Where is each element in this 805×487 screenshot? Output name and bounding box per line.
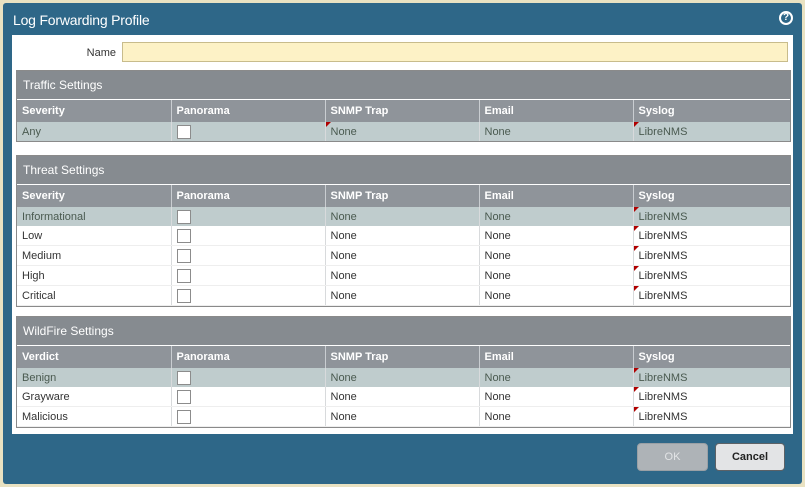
column-header-email[interactable]: Email [479,346,634,368]
column-header-severity[interactable]: Severity [17,100,172,122]
severity-cell: High [17,265,172,286]
panorama-checkbox[interactable] [176,389,191,404]
severity-cell: Critical [17,285,172,306]
column-header-syslog[interactable]: Syslog [633,185,790,207]
email-cell[interactable]: None [479,245,634,266]
wildfire-settings-section: WildFire Settings Verdict Panorama SNMP … [16,316,791,428]
column-header-syslog[interactable]: Syslog [633,346,790,368]
panorama-checkbox[interactable] [176,288,191,303]
panorama-checkbox[interactable] [176,228,191,243]
panorama-cell [171,368,326,387]
panorama-cell [171,207,326,226]
table-row[interactable]: Any None None LibreNMS [17,122,790,141]
column-header-email[interactable]: Email [479,100,634,122]
email-cell[interactable]: None [479,265,634,286]
email-cell[interactable]: None [479,406,634,427]
syslog-cell[interactable]: LibreNMS [633,387,790,407]
traffic-settings-section: Traffic Settings Severity Panorama SNMP … [16,70,791,142]
snmp-trap-cell[interactable]: None [325,207,480,226]
syslog-cell[interactable]: LibreNMS [633,368,790,387]
snmp-trap-cell[interactable]: None [325,265,480,286]
panorama-checkbox[interactable] [176,409,191,424]
email-cell[interactable]: None [479,226,634,246]
email-cell[interactable]: None [479,207,634,226]
email-cell[interactable]: None [479,387,634,407]
table-row[interactable]: High None None LibreNMS [17,265,790,286]
dialog-title: Log Forwarding Profile [13,12,150,28]
column-header-snmp-trap[interactable]: SNMP Trap [325,346,480,368]
syslog-cell[interactable]: LibreNMS [633,122,790,141]
column-header-severity[interactable]: Severity [17,185,172,207]
threat-settings-table: Severity Panorama SNMP Trap Email Syslog… [17,185,790,306]
panorama-cell [171,285,326,306]
panorama-cell [171,245,326,266]
table-row[interactable]: Critical None None LibreNMS [17,285,790,306]
snmp-trap-cell[interactable]: None [325,245,480,266]
snmp-trap-cell[interactable]: None [325,406,480,427]
column-header-panorama[interactable]: Panorama [171,100,326,122]
dialog-footer: OK Cancel [3,434,802,484]
ok-button[interactable]: OK [637,443,708,471]
email-cell[interactable]: None [479,368,634,387]
cancel-button[interactable]: Cancel [715,443,785,471]
threat-settings-title: Threat Settings [17,156,790,185]
column-header-verdict[interactable]: Verdict [17,346,172,368]
column-header-email[interactable]: Email [479,185,634,207]
snmp-trap-cell[interactable]: None [325,387,480,407]
column-header-snmp-trap[interactable]: SNMP Trap [325,185,480,207]
column-header-syslog[interactable]: Syslog [633,100,790,122]
help-icon[interactable]: ? [779,11,793,25]
name-input[interactable] [122,42,788,62]
panorama-checkbox[interactable] [176,124,191,139]
log-forwarding-profile-dialog: Log Forwarding Profile ? Name Traffic Se… [3,3,802,484]
snmp-trap-cell[interactable]: None [325,122,480,141]
table-row[interactable]: Benign None None LibreNMS [17,368,790,387]
panorama-cell [171,265,326,286]
table-row[interactable]: Grayware None None LibreNMS [17,387,790,407]
verdict-cell: Malicious [17,406,172,427]
snmp-trap-cell[interactable]: None [325,226,480,246]
wildfire-settings-table: Verdict Panorama SNMP Trap Email Syslog … [17,346,790,427]
traffic-settings-table: Severity Panorama SNMP Trap Email Syslog… [17,100,790,141]
panorama-cell [171,387,326,407]
severity-cell: Any [17,122,172,141]
verdict-cell: Grayware [17,387,172,407]
severity-cell: Medium [17,245,172,266]
panorama-cell [171,122,326,141]
syslog-cell[interactable]: LibreNMS [633,245,790,266]
dialog-content: Name Traffic Settings Severity Panorama … [12,35,793,434]
syslog-cell[interactable]: LibreNMS [633,406,790,427]
wildfire-settings-title: WildFire Settings [17,317,790,346]
panorama-cell [171,406,326,427]
verdict-cell: Benign [17,368,172,387]
panorama-checkbox[interactable] [176,268,191,283]
threat-settings-section: Threat Settings Severity Panorama SNMP T… [16,155,791,307]
snmp-trap-cell[interactable]: None [325,285,480,306]
email-cell[interactable]: None [479,285,634,306]
snmp-trap-cell[interactable]: None [325,368,480,387]
severity-cell: Informational [17,207,172,226]
panorama-checkbox[interactable] [176,248,191,263]
column-header-panorama[interactable]: Panorama [171,185,326,207]
table-row[interactable]: Low None None LibreNMS [17,226,790,246]
email-cell[interactable]: None [479,122,634,141]
panorama-cell [171,226,326,246]
dialog-titlebar: Log Forwarding Profile ? [3,3,802,35]
syslog-cell[interactable]: LibreNMS [633,285,790,306]
panorama-checkbox[interactable] [176,209,191,224]
table-row[interactable]: Malicious None None LibreNMS [17,406,790,427]
column-header-panorama[interactable]: Panorama [171,346,326,368]
table-row[interactable]: Medium None None LibreNMS [17,245,790,266]
syslog-cell[interactable]: LibreNMS [633,226,790,246]
name-label: Name [86,47,116,59]
syslog-cell[interactable]: LibreNMS [633,207,790,226]
panorama-checkbox[interactable] [176,370,191,385]
table-row[interactable]: Informational None None LibreNMS [17,207,790,226]
severity-cell: Low [17,226,172,246]
syslog-cell[interactable]: LibreNMS [633,265,790,286]
column-header-snmp-trap[interactable]: SNMP Trap [325,100,480,122]
traffic-settings-title: Traffic Settings [17,71,790,100]
